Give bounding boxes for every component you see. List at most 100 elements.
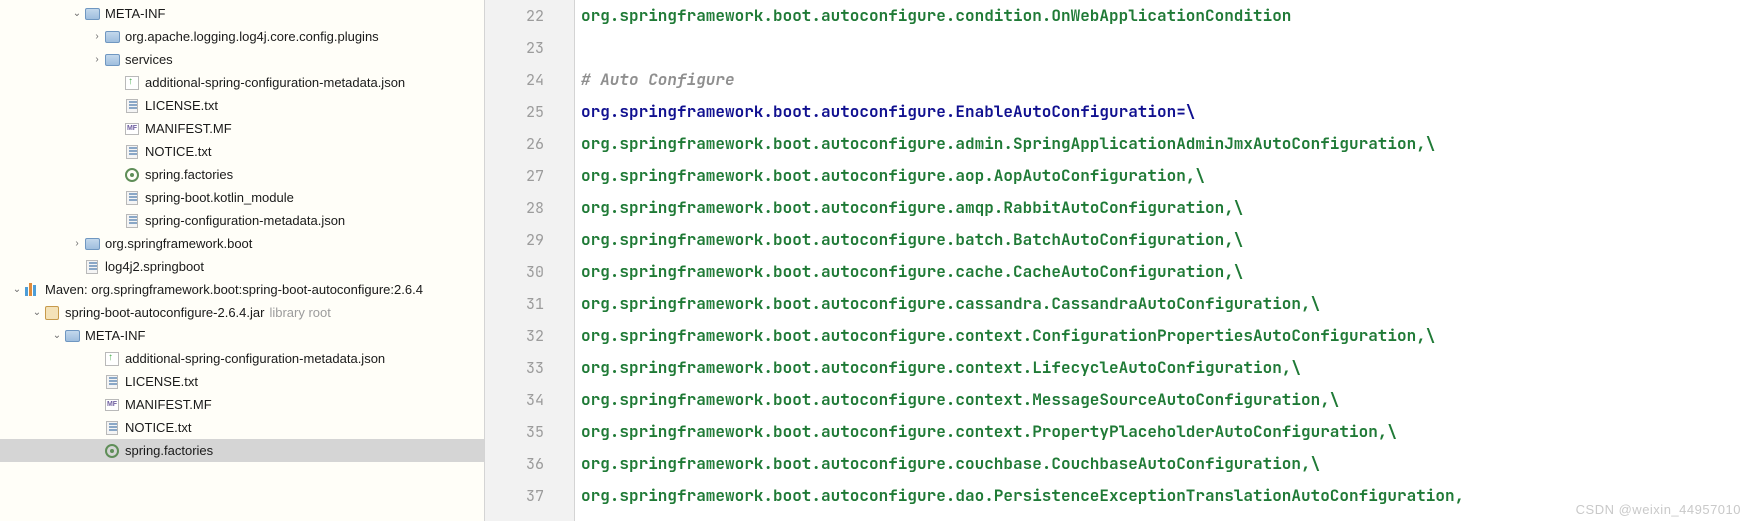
tree-item-label: additional-spring-configuration-metadata… <box>145 75 405 90</box>
line-number-gutter: 22232425262728293031323334353637 <box>485 0 575 521</box>
code-token: org.springframework.boot.autoconfigure.E… <box>581 101 1195 122</box>
tree-item[interactable]: ·additional-spring-configuration-metadat… <box>0 347 484 370</box>
tree-item[interactable]: ·NOTICE.txt <box>0 140 484 163</box>
folder-icon <box>104 29 120 45</box>
code-line[interactable]: org.springframework.boot.autoconfigure.a… <box>581 160 1751 192</box>
line-number: 23 <box>485 32 544 64</box>
tree-item[interactable]: ·spring-boot.kotlin_module <box>0 186 484 209</box>
watermark-text: CSDN @weixin_44957010 <box>1576 502 1741 517</box>
gear-icon <box>124 167 140 183</box>
code-line[interactable]: org.springframework.boot.autoconfigure.a… <box>581 128 1751 160</box>
line-number: 34 <box>485 384 544 416</box>
code-token: org.springframework.boot.autoconfigure.c… <box>581 421 1397 442</box>
code-token: org.springframework.boot.autoconfigure.d… <box>581 485 1464 506</box>
code-token: org.springframework.boot.autoconfigure.c… <box>581 293 1320 314</box>
code-line[interactable]: # Auto Configure <box>581 64 1751 96</box>
line-number: 29 <box>485 224 544 256</box>
line-number: 33 <box>485 352 544 384</box>
folder-icon <box>104 52 120 68</box>
tree-item-label: Maven: org.springframework.boot:spring-b… <box>45 282 423 297</box>
tree-item-label: org.apache.logging.log4j.core.config.plu… <box>125 29 379 44</box>
code-token: org.springframework.boot.autoconfigure.c… <box>581 325 1435 346</box>
tree-item[interactable]: › org.apache.logging.log4j.core.config.pl… <box>0 25 484 48</box>
tree-item[interactable]: ·spring.factories <box>0 163 484 186</box>
line-number: 25 <box>485 96 544 128</box>
line-number: 36 <box>485 448 544 480</box>
chevron-right-icon[interactable]: › <box>70 238 84 249</box>
file-icon <box>124 98 140 114</box>
code-line[interactable]: org.springframework.boot.autoconfigure.a… <box>581 192 1751 224</box>
tree-item[interactable]: ·log4j2.springboot <box>0 255 484 278</box>
lib-icon <box>24 282 40 298</box>
code-token: org.springframework.boot.autoconfigure.b… <box>581 229 1243 250</box>
tree-item[interactable]: ›org.springframework.boot <box>0 232 484 255</box>
tree-item-label: spring-boot.kotlin_module <box>145 190 294 205</box>
tree-item-label: services <box>125 52 173 67</box>
file-icon <box>124 144 140 160</box>
code-line[interactable]: org.springframework.boot.autoconfigure.c… <box>581 416 1751 448</box>
tree-item-label: spring.factories <box>125 443 213 458</box>
tree-item-label: spring-boot-autoconfigure-2.6.4.jar <box>65 305 264 320</box>
tree-item-label: META-INF <box>105 6 165 21</box>
tree-item[interactable]: ·additional-spring-configuration-metadat… <box>0 71 484 94</box>
tree-item[interactable]: ·LICENSE.txt <box>0 370 484 393</box>
gear-icon <box>104 443 120 459</box>
code-token: org.springframework.boot.autoconfigure.c… <box>581 389 1339 410</box>
line-number: 32 <box>485 320 544 352</box>
file-icon <box>84 259 100 275</box>
tree-item[interactable]: ⌄ Maven: org.springframework.boot:spring-… <box>0 278 484 301</box>
mf-icon: MF <box>124 121 140 137</box>
code-line[interactable]: org.springframework.boot.autoconfigure.c… <box>581 256 1751 288</box>
code-line[interactable]: org.springframework.boot.autoconfigure.c… <box>581 288 1751 320</box>
chevron-right-icon[interactable]: › <box>90 31 104 42</box>
code-token: # Auto Configure <box>581 69 735 90</box>
tree-item-label: NOTICE.txt <box>125 420 191 435</box>
code-token: org.springframework.boot.autoconfigure.a… <box>581 133 1435 154</box>
tree-item[interactable]: ·LICENSE.txt <box>0 94 484 117</box>
tree-item[interactable]: ·spring.factories <box>0 439 484 462</box>
tree-item-label: spring-configuration-metadata.json <box>145 213 345 228</box>
tree-item[interactable]: ·spring-configuration-metadata.json <box>0 209 484 232</box>
line-number: 22 <box>485 0 544 32</box>
file-icon <box>104 420 120 436</box>
code-token: org.springframework.boot.autoconfigure.c… <box>581 453 1320 474</box>
tree-item-label: META-INF <box>85 328 145 343</box>
file-icon <box>104 374 120 390</box>
code-token: org.springframework.boot.autoconfigure.c… <box>581 357 1301 378</box>
code-token: org.springframework.boot.autoconfigure.a… <box>581 165 1205 186</box>
tree-item[interactable]: ·MFMANIFEST.MF <box>0 117 484 140</box>
code-editor[interactable]: org.springframework.boot.autoconfigure.c… <box>575 0 1751 521</box>
line-number: 35 <box>485 416 544 448</box>
tree-item-hint: library root <box>269 305 330 320</box>
chevron-down-icon[interactable]: ⌄ <box>50 330 64 341</box>
chevron-down-icon[interactable]: ⌄ <box>70 8 84 19</box>
line-number: 28 <box>485 192 544 224</box>
code-line[interactable]: org.springframework.boot.autoconfigure.c… <box>581 0 1751 32</box>
tree-item[interactable]: › services <box>0 48 484 71</box>
tree-item[interactable]: ⌄ META-INF <box>0 324 484 347</box>
tree-item-label: additional-spring-configuration-metadata… <box>125 351 385 366</box>
chevron-right-icon[interactable]: › <box>90 54 104 65</box>
code-line[interactable]: org.springframework.boot.autoconfigure.c… <box>581 384 1751 416</box>
code-token: org.springframework.boot.autoconfigure.c… <box>581 5 1291 26</box>
json-icon <box>124 75 140 91</box>
chevron-down-icon[interactable]: ⌄ <box>30 307 44 318</box>
line-number: 30 <box>485 256 544 288</box>
tree-item[interactable]: ⌄ spring-boot-autoconfigure-2.6.4.jar libr… <box>0 301 484 324</box>
tree-item[interactable]: ·NOTICE.txt <box>0 416 484 439</box>
project-tree[interactable]: ⌄META-INF›org.apache.logging.log4j.core.… <box>0 0 485 521</box>
line-number: 27 <box>485 160 544 192</box>
tree-item-label: NOTICE.txt <box>145 144 211 159</box>
folder-icon <box>64 328 80 344</box>
tree-item[interactable]: ·MFMANIFEST.MF <box>0 393 484 416</box>
code-line[interactable]: org.springframework.boot.autoconfigure.c… <box>581 448 1751 480</box>
code-line[interactable]: org.springframework.boot.autoconfigure.E… <box>581 96 1751 128</box>
tree-item[interactable]: ⌄ META-INF <box>0 2 484 25</box>
line-number: 37 <box>485 480 544 512</box>
code-line[interactable]: org.springframework.boot.autoconfigure.b… <box>581 224 1751 256</box>
code-line[interactable]: org.springframework.boot.autoconfigure.c… <box>581 320 1751 352</box>
line-number: 31 <box>485 288 544 320</box>
code-line[interactable]: org.springframework.boot.autoconfigure.c… <box>581 352 1751 384</box>
chevron-down-icon[interactable]: ⌄ <box>10 284 24 295</box>
code-line[interactable] <box>581 32 1751 64</box>
